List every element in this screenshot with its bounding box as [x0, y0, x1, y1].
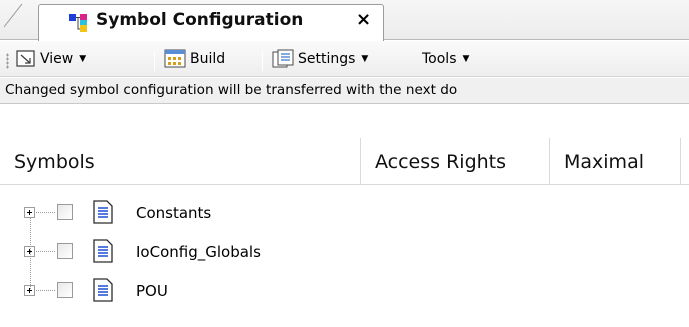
tools-label: Tools — [422, 51, 457, 67]
column-header-symbols[interactable]: Symbols — [0, 138, 361, 185]
document-icon — [93, 239, 113, 263]
view-label: View — [40, 51, 74, 67]
column-header-access-rights[interactable]: Access Rights — [361, 138, 550, 185]
close-icon[interactable]: × — [356, 10, 371, 30]
tree-vertical-connector — [30, 218, 31, 290]
chevron-down-icon: ▼ — [462, 53, 470, 64]
build-icon — [164, 49, 186, 68]
settings-icon — [272, 49, 294, 68]
build-button[interactable]: Build — [164, 47, 225, 71]
toolbar-grip-icon[interactable] — [6, 53, 9, 69]
toolbar-separator — [154, 51, 155, 71]
tab-strip: Symbol Configuration × — [0, 0, 689, 41]
tree-row[interactable]: IoConfig_Globals — [0, 238, 689, 274]
chevron-down-icon: ▼ — [361, 53, 369, 64]
tree-connector — [36, 251, 56, 252]
document-icon — [93, 278, 113, 302]
tree-connector — [36, 212, 56, 213]
tree-item-label: IoConfig_Globals — [136, 243, 261, 261]
view-button[interactable]: View ▼ — [16, 47, 86, 71]
tree-item-label: Constants — [136, 204, 212, 222]
tree-connector — [36, 290, 56, 291]
tree-item-label: POU — [136, 282, 168, 300]
expand-icon[interactable] — [24, 207, 35, 218]
row-checkbox[interactable] — [57, 282, 73, 298]
row-checkbox[interactable] — [57, 204, 73, 220]
toolbar: View ▼ Build Settings ▼ Tools ▼ — [0, 41, 689, 77]
view-icon — [16, 50, 35, 67]
tree-row[interactable]: Constants — [0, 199, 689, 235]
info-bar: Changed symbol configuration will be tra… — [0, 78, 689, 104]
symbol-configuration-icon — [69, 14, 87, 32]
build-label: Build — [190, 51, 226, 67]
settings-label: Settings — [298, 51, 356, 67]
tree-row[interactable]: POU — [0, 277, 689, 313]
document-icon — [93, 200, 113, 224]
column-header-maximal[interactable]: Maximal — [550, 138, 681, 185]
grid-header: Symbols Access Rights Maximal — [0, 138, 689, 185]
symbol-tree: Constants IoConfig_Globals POU — [0, 186, 689, 327]
settings-button[interactable]: Settings ▼ — [272, 47, 368, 71]
chevron-down-icon: ▼ — [79, 53, 87, 64]
tab-title: Symbol Configuration — [96, 10, 304, 30]
info-message: Changed symbol configuration will be tra… — [5, 82, 458, 98]
toolbar-separator — [262, 51, 263, 71]
tools-button[interactable]: Tools ▼ — [422, 47, 469, 71]
row-checkbox[interactable] — [57, 243, 73, 259]
